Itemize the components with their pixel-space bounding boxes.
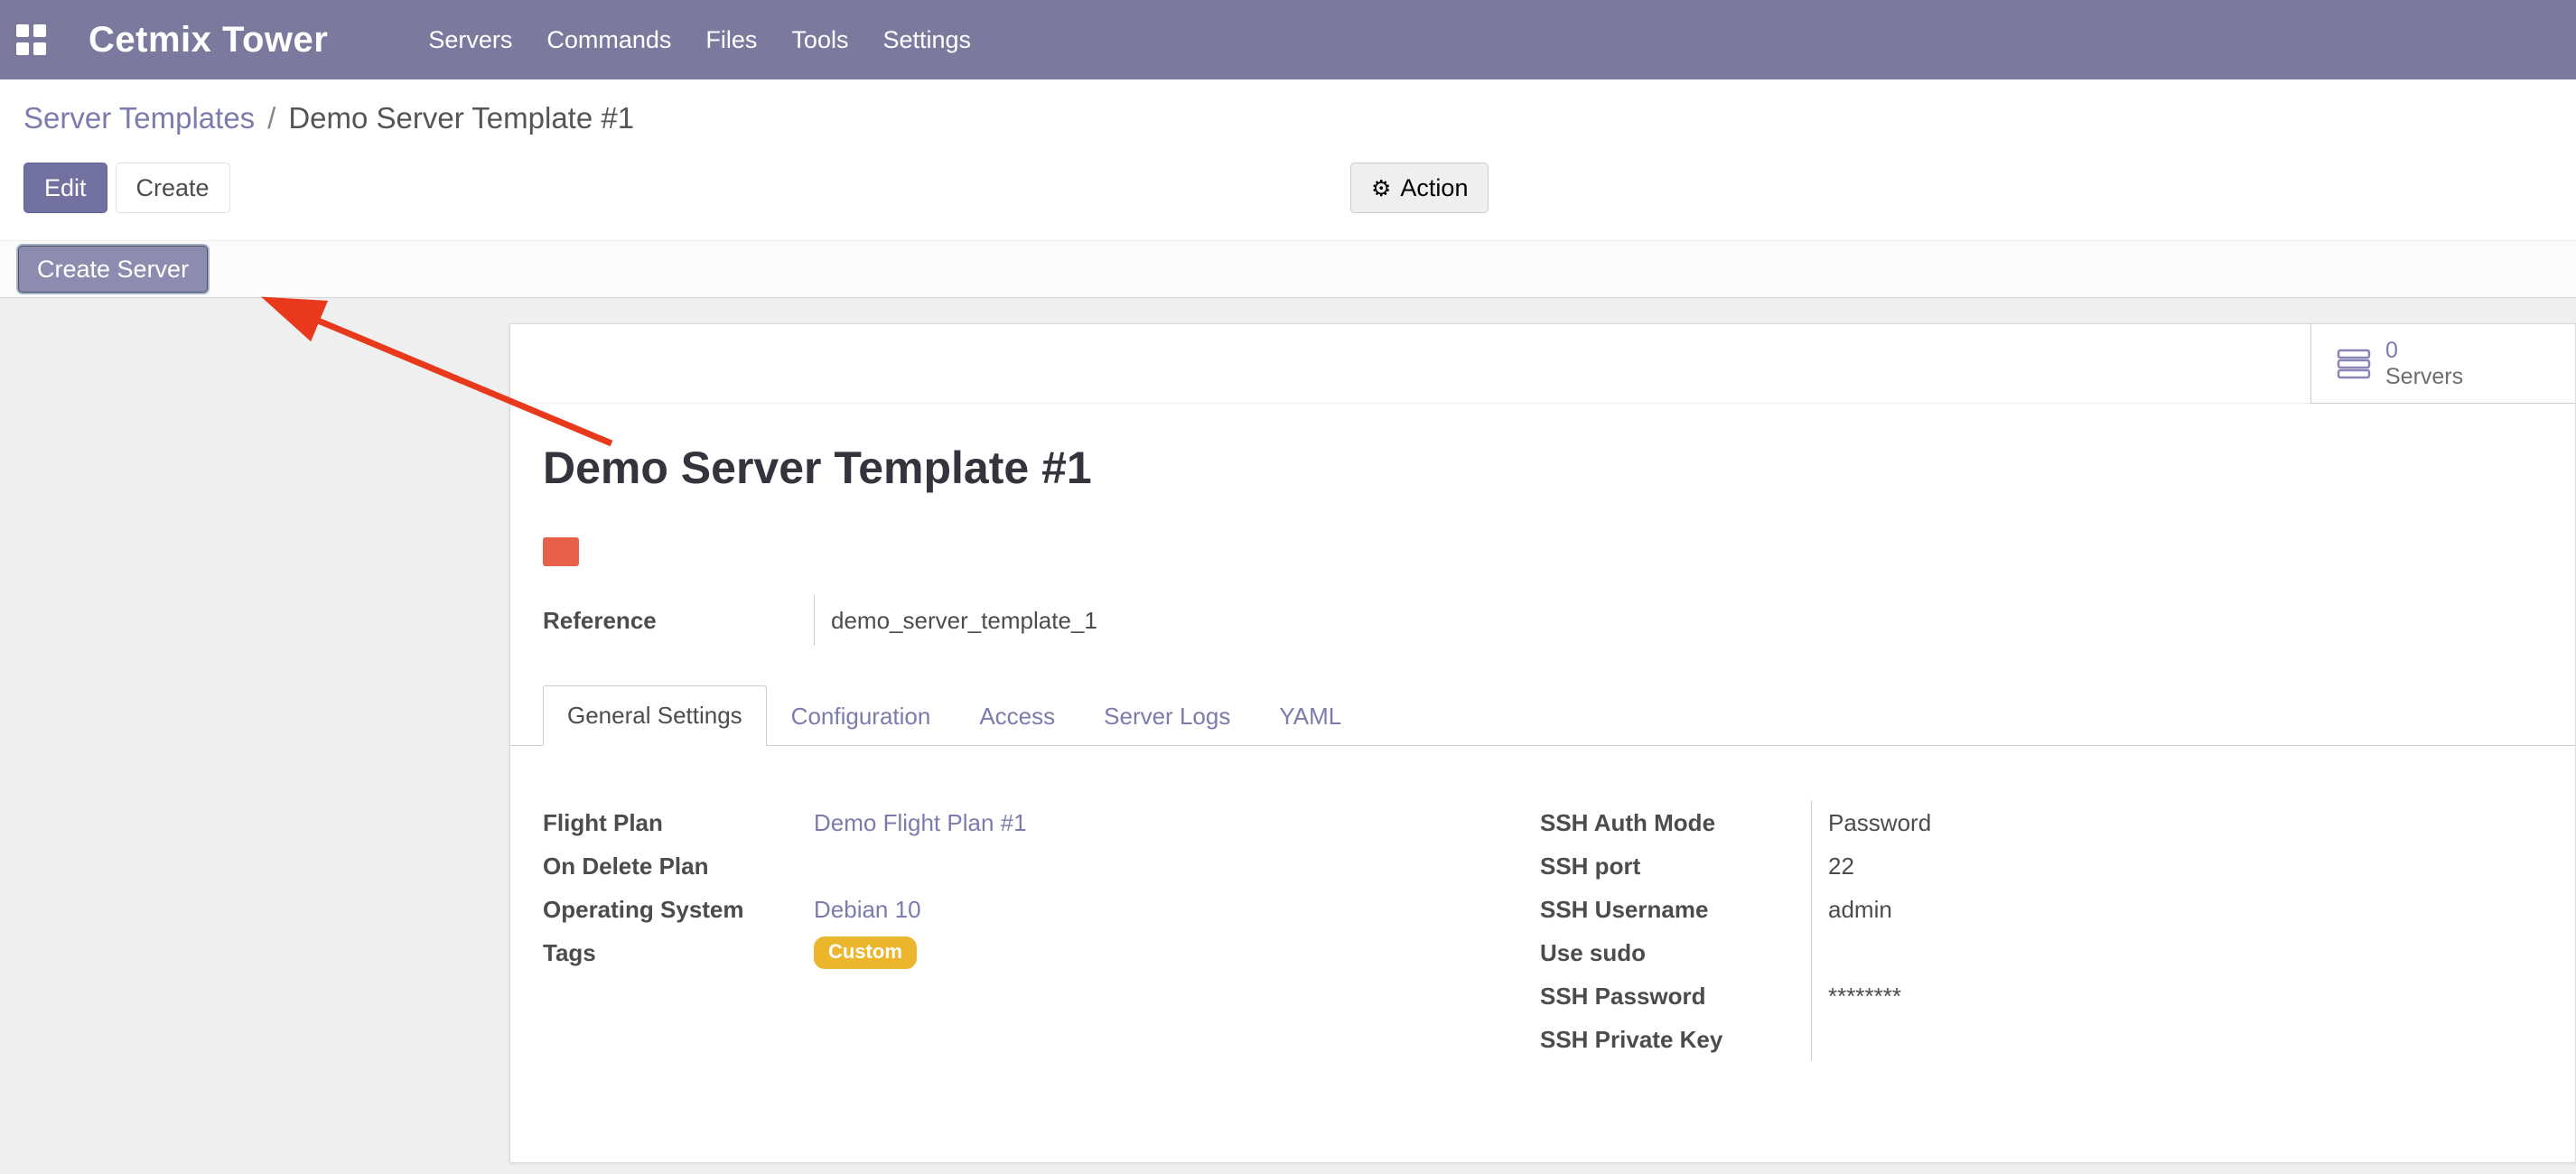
servers-stat-count: 0 xyxy=(2385,338,2463,364)
reference-row: Reference demo_server_template_1 xyxy=(543,595,1536,646)
breadcrumb-parent-link[interactable]: Server Templates xyxy=(23,101,255,135)
ssh-auth-mode-value: Password xyxy=(1811,801,1931,844)
tab-access[interactable]: Access xyxy=(955,686,1079,746)
create-button[interactable]: Create xyxy=(116,163,230,213)
menu-item-tools[interactable]: Tools xyxy=(774,0,865,79)
ssh-username-label: SSH Username xyxy=(1540,896,1811,924)
operating-system-label: Operating System xyxy=(543,896,814,924)
menu-item-files[interactable]: Files xyxy=(688,0,774,79)
create-server-button[interactable]: Create Server xyxy=(18,246,208,293)
ssh-password-value: ******** xyxy=(1811,974,1901,1018)
menu-item-settings[interactable]: Settings xyxy=(865,0,988,79)
field-row-ssh-password: SSH Password ******** xyxy=(1540,974,2543,1018)
use-sudo-value xyxy=(1811,931,1828,974)
servers-stat-text: 0 Servers xyxy=(2385,338,2463,390)
flight-plan-label: Flight Plan xyxy=(543,809,814,837)
breadcrumb-separator: / xyxy=(267,101,275,135)
color-swatch[interactable] xyxy=(543,537,579,566)
ssh-auth-mode-label: SSH Auth Mode xyxy=(1540,809,1811,837)
field-row-ssh-username: SSH Username admin xyxy=(1540,888,2543,931)
field-row-on-delete-plan: On Delete Plan xyxy=(543,844,1500,888)
field-row-use-sudo: Use sudo xyxy=(1540,931,2543,974)
fields-group-right: SSH Auth Mode Password SSH port 22 SSH U… xyxy=(1540,801,2543,1061)
ssh-port-label: SSH port xyxy=(1540,853,1811,880)
operating-system-link[interactable]: Debian 10 xyxy=(814,896,921,924)
app-window: Cetmix Tower Servers Commands Files Tool… xyxy=(0,0,2576,1174)
tab-general-settings[interactable]: General Settings xyxy=(543,685,767,746)
navbar-menu: Servers Commands Files Tools Settings xyxy=(411,0,988,79)
ssh-port-value: 22 xyxy=(1811,844,1854,888)
menu-item-servers[interactable]: Servers xyxy=(411,0,529,79)
field-row-operating-system: Operating System Debian 10 xyxy=(543,888,1500,931)
reference-label: Reference xyxy=(543,607,814,635)
content-area: 0 Servers Demo Server Template #1 Refere… xyxy=(0,298,2576,1174)
breadcrumb-current: Demo Server Template #1 xyxy=(288,101,634,135)
fields-group-left: Flight Plan Demo Flight Plan #1 On Delet… xyxy=(543,801,1500,974)
control-panel-buttons: Edit Create xyxy=(23,163,230,213)
ssh-private-key-value xyxy=(1811,1018,1828,1061)
record-title: Demo Server Template #1 xyxy=(543,442,1092,494)
use-sudo-label: Use sudo xyxy=(1540,939,1811,967)
tab-server-logs[interactable]: Server Logs xyxy=(1079,686,1255,746)
top-navbar: Cetmix Tower Servers Commands Files Tool… xyxy=(0,0,2576,79)
field-row-ssh-auth-mode: SSH Auth Mode Password xyxy=(1540,801,2543,844)
field-row-ssh-private-key: SSH Private Key xyxy=(1540,1018,2543,1061)
field-row-tags: Tags Custom xyxy=(543,931,1500,974)
servers-stat-label: Servers xyxy=(2385,364,2463,390)
menu-item-commands[interactable]: Commands xyxy=(529,0,688,79)
edit-button[interactable]: Edit xyxy=(23,163,107,213)
tags-label: Tags xyxy=(543,939,814,967)
ssh-password-label: SSH Password xyxy=(1540,983,1811,1011)
on-delete-plan-label: On Delete Plan xyxy=(543,853,814,880)
field-row-flight-plan: Flight Plan Demo Flight Plan #1 xyxy=(543,801,1500,844)
servers-stat-button[interactable]: 0 Servers xyxy=(2310,324,2575,404)
tab-configuration[interactable]: Configuration xyxy=(767,686,956,746)
button-box xyxy=(510,324,2575,404)
ssh-private-key-label: SSH Private Key xyxy=(1540,1026,1811,1054)
servers-stat-icon xyxy=(2337,347,2371,381)
form-header: Create Server xyxy=(0,240,2576,298)
brand-title[interactable]: Cetmix Tower xyxy=(89,20,328,61)
flight-plan-link[interactable]: Demo Flight Plan #1 xyxy=(814,809,1027,837)
reference-value: demo_server_template_1 xyxy=(814,595,1097,646)
apps-grid-icon[interactable] xyxy=(16,24,47,55)
notebook-tabs: General Settings Configuration Access Se… xyxy=(510,685,2575,746)
tag-badge-custom[interactable]: Custom xyxy=(814,936,917,969)
gear-icon: ⚙ xyxy=(1371,177,1391,200)
field-row-ssh-port: SSH port 22 xyxy=(1540,844,2543,888)
form-sheet: 0 Servers Demo Server Template #1 Refere… xyxy=(509,323,2576,1163)
tab-yaml[interactable]: YAML xyxy=(1255,686,1366,746)
control-panel: Server Templates / Demo Server Template … xyxy=(0,79,2576,240)
action-button[interactable]: ⚙ Action xyxy=(1350,163,1489,213)
breadcrumb: Server Templates / Demo Server Template … xyxy=(23,101,634,135)
ssh-username-value: admin xyxy=(1811,888,1892,931)
action-button-label: Action xyxy=(1400,173,1468,202)
